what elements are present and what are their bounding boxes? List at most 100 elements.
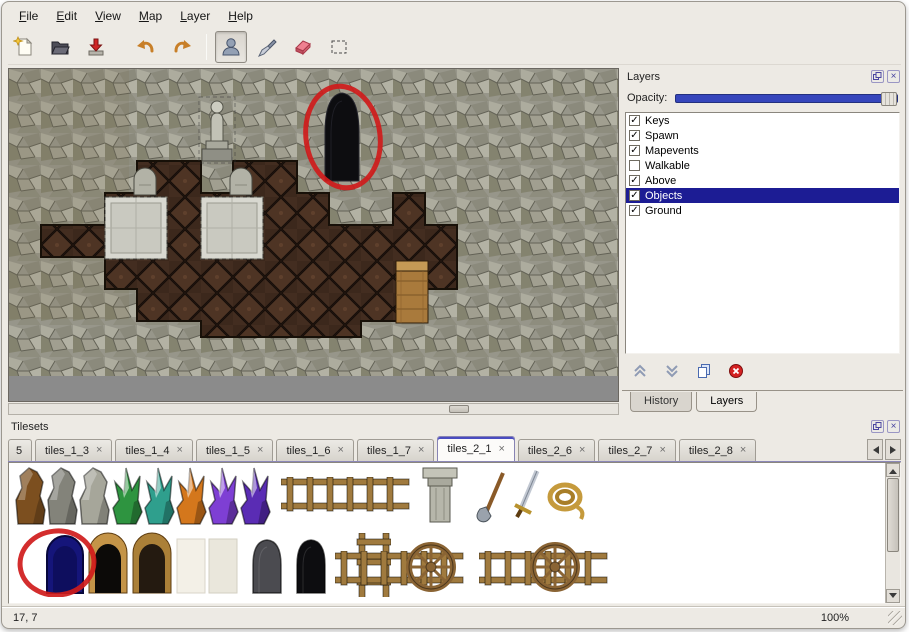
tab-close-icon[interactable]: ×: [659, 445, 665, 456]
close-panel-button[interactable]: ×: [887, 420, 900, 433]
redo-button[interactable]: [166, 31, 198, 63]
tab-close-icon[interactable]: ×: [96, 445, 102, 456]
tab-close-icon[interactable]: ×: [498, 444, 504, 455]
layer-visibility-checkbox[interactable]: ✓: [629, 175, 640, 186]
tab-close-icon[interactable]: ×: [177, 445, 183, 456]
float-panel-button[interactable]: [871, 70, 884, 83]
layer-visibility-checkbox[interactable]: [629, 160, 640, 171]
tile-wagon-wheel[interactable]: [533, 545, 577, 589]
layer-label: Objects: [645, 190, 682, 202]
tile-rock-light[interactable]: [80, 468, 109, 524]
layer-visibility-checkbox[interactable]: ✓: [629, 190, 640, 201]
tileset-vertical-scrollbar[interactable]: [885, 463, 900, 603]
layer-row-objects[interactable]: ✓ Objects: [626, 188, 899, 203]
character-tool-button[interactable]: [215, 31, 247, 63]
tileset-tab-tiles_2_8[interactable]: tiles_2_8×: [679, 439, 756, 461]
scroll-up-button[interactable]: [886, 463, 900, 477]
tab-scroll-buttons: [865, 439, 901, 461]
scrollbar-thumb[interactable]: [887, 478, 899, 552]
menu-file[interactable]: File: [10, 5, 47, 27]
move-layer-up-button[interactable]: [630, 361, 650, 381]
tile-pale-drape[interactable]: [177, 539, 205, 593]
tileset-tab-tiles_2_6[interactable]: tiles_2_6×: [518, 439, 595, 461]
move-layer-down-button[interactable]: [662, 361, 682, 381]
tile-crystal-orange[interactable]: [177, 468, 206, 524]
tab-close-icon[interactable]: ×: [579, 445, 585, 456]
tile-crystal-teal[interactable]: [145, 468, 174, 524]
map-canvas-surface[interactable]: [9, 69, 618, 401]
tileset-content[interactable]: [8, 462, 901, 604]
menu-map[interactable]: Map: [130, 5, 171, 27]
dock-tab-history[interactable]: History: [630, 392, 692, 412]
duplicate-layer-button[interactable]: [694, 361, 714, 381]
menu-layer[interactable]: Layer: [171, 5, 219, 27]
tileset-tiles[interactable]: [9, 463, 885, 597]
float-panel-button[interactable]: [871, 420, 884, 433]
tileset-tab-tiles_1_4[interactable]: tiles_1_4×: [115, 439, 192, 461]
tileset-tab-tiles_1_7[interactable]: tiles_1_7×: [357, 439, 434, 461]
tile-shovel[interactable]: [477, 473, 503, 522]
select-tool-button[interactable]: [323, 31, 355, 63]
tileset-tab-tiles_2_1[interactable]: tiles_2_1×: [437, 436, 514, 461]
brush-tool-button[interactable]: [251, 31, 283, 63]
layer-visibility-checkbox[interactable]: ✓: [629, 115, 640, 126]
opacity-slider[interactable]: [675, 94, 898, 103]
tileset-tab-tiles_1_6[interactable]: tiles_1_6×: [276, 439, 353, 461]
zoom-level: 100%: [821, 612, 849, 624]
tile-sword[interactable]: [515, 471, 537, 517]
tile-crystal-violet[interactable]: [241, 468, 270, 524]
layer-row-keys[interactable]: ✓Keys: [626, 113, 899, 128]
layer-visibility-checkbox[interactable]: ✓: [629, 205, 640, 216]
layer-buttons: [630, 359, 746, 383]
layer-visibility-checkbox[interactable]: ✓: [629, 145, 640, 156]
menu-edit[interactable]: Edit: [47, 5, 86, 27]
tile-rope-coil[interactable]: [550, 485, 582, 519]
layer-row-above[interactable]: ✓Above: [626, 173, 899, 188]
tile-hooded-figure-gray[interactable]: [253, 540, 281, 593]
menu-help[interactable]: Help: [219, 5, 262, 27]
grave-platform: [105, 197, 167, 259]
eraser-tool-button[interactable]: [287, 31, 319, 63]
tile-pale-drape[interactable]: [209, 539, 237, 593]
tab-close-icon[interactable]: ×: [740, 445, 746, 456]
layer-row-walkable[interactable]: Walkable: [626, 158, 899, 173]
layer-row-spawn[interactable]: ✓Spawn: [626, 128, 899, 143]
tile-rock-gray[interactable]: [48, 468, 77, 524]
tile-rock-brown[interactable]: [16, 468, 45, 524]
layer-visibility-checkbox[interactable]: ✓: [629, 130, 640, 141]
layer-row-ground[interactable]: ✓Ground: [626, 203, 899, 218]
tileset-tab-tiles_1_5[interactable]: tiles_1_5×: [196, 439, 273, 461]
tab-close-icon[interactable]: ×: [338, 445, 344, 456]
tile-crystal-purple[interactable]: [209, 468, 238, 524]
scroll-down-button[interactable]: [886, 589, 900, 603]
tile-framed-doorway[interactable]: [133, 533, 171, 593]
map-horizontal-scrollbar[interactable]: [8, 403, 619, 415]
undo-button[interactable]: [130, 31, 162, 63]
tile-wagon-wheel[interactable]: [409, 545, 453, 589]
opacity-slider-thumb[interactable]: [881, 92, 897, 106]
menu-view[interactable]: View: [86, 5, 130, 27]
open-file-button[interactable]: [44, 31, 76, 63]
tile-dark-doorway-selected[interactable]: [47, 536, 83, 593]
tileset-tab-tiles_2_7[interactable]: tiles_2_7×: [598, 439, 675, 461]
scroll-tabs-right-button[interactable]: [885, 439, 901, 460]
tile-column-capital[interactable]: [423, 468, 457, 522]
delete-layer-button[interactable]: [726, 361, 746, 381]
tile-crystal-green[interactable]: [113, 468, 142, 524]
layer-row-mapevents[interactable]: ✓Mapevents: [626, 143, 899, 158]
tile-hooded-figure-black[interactable]: [297, 540, 325, 593]
close-panel-button[interactable]: ×: [887, 70, 900, 83]
tab-close-icon[interactable]: ×: [418, 445, 424, 456]
tab-close-icon[interactable]: ×: [257, 445, 263, 456]
resize-grip[interactable]: [888, 611, 902, 625]
tile-wooden-track[interactable]: [281, 477, 409, 511]
tileset-tab-5[interactable]: 5: [8, 439, 32, 461]
new-file-button[interactable]: [8, 31, 40, 63]
map-view[interactable]: [8, 68, 619, 402]
scroll-tabs-left-button[interactable]: [867, 439, 883, 460]
tileset-tab-tiles_1_3[interactable]: tiles_1_3×: [35, 439, 112, 461]
save-file-button[interactable]: [80, 31, 112, 63]
dock-tab-layers[interactable]: Layers: [696, 392, 757, 412]
scrollbar-thumb[interactable]: [449, 405, 469, 413]
out-of-map-background: [9, 376, 618, 401]
